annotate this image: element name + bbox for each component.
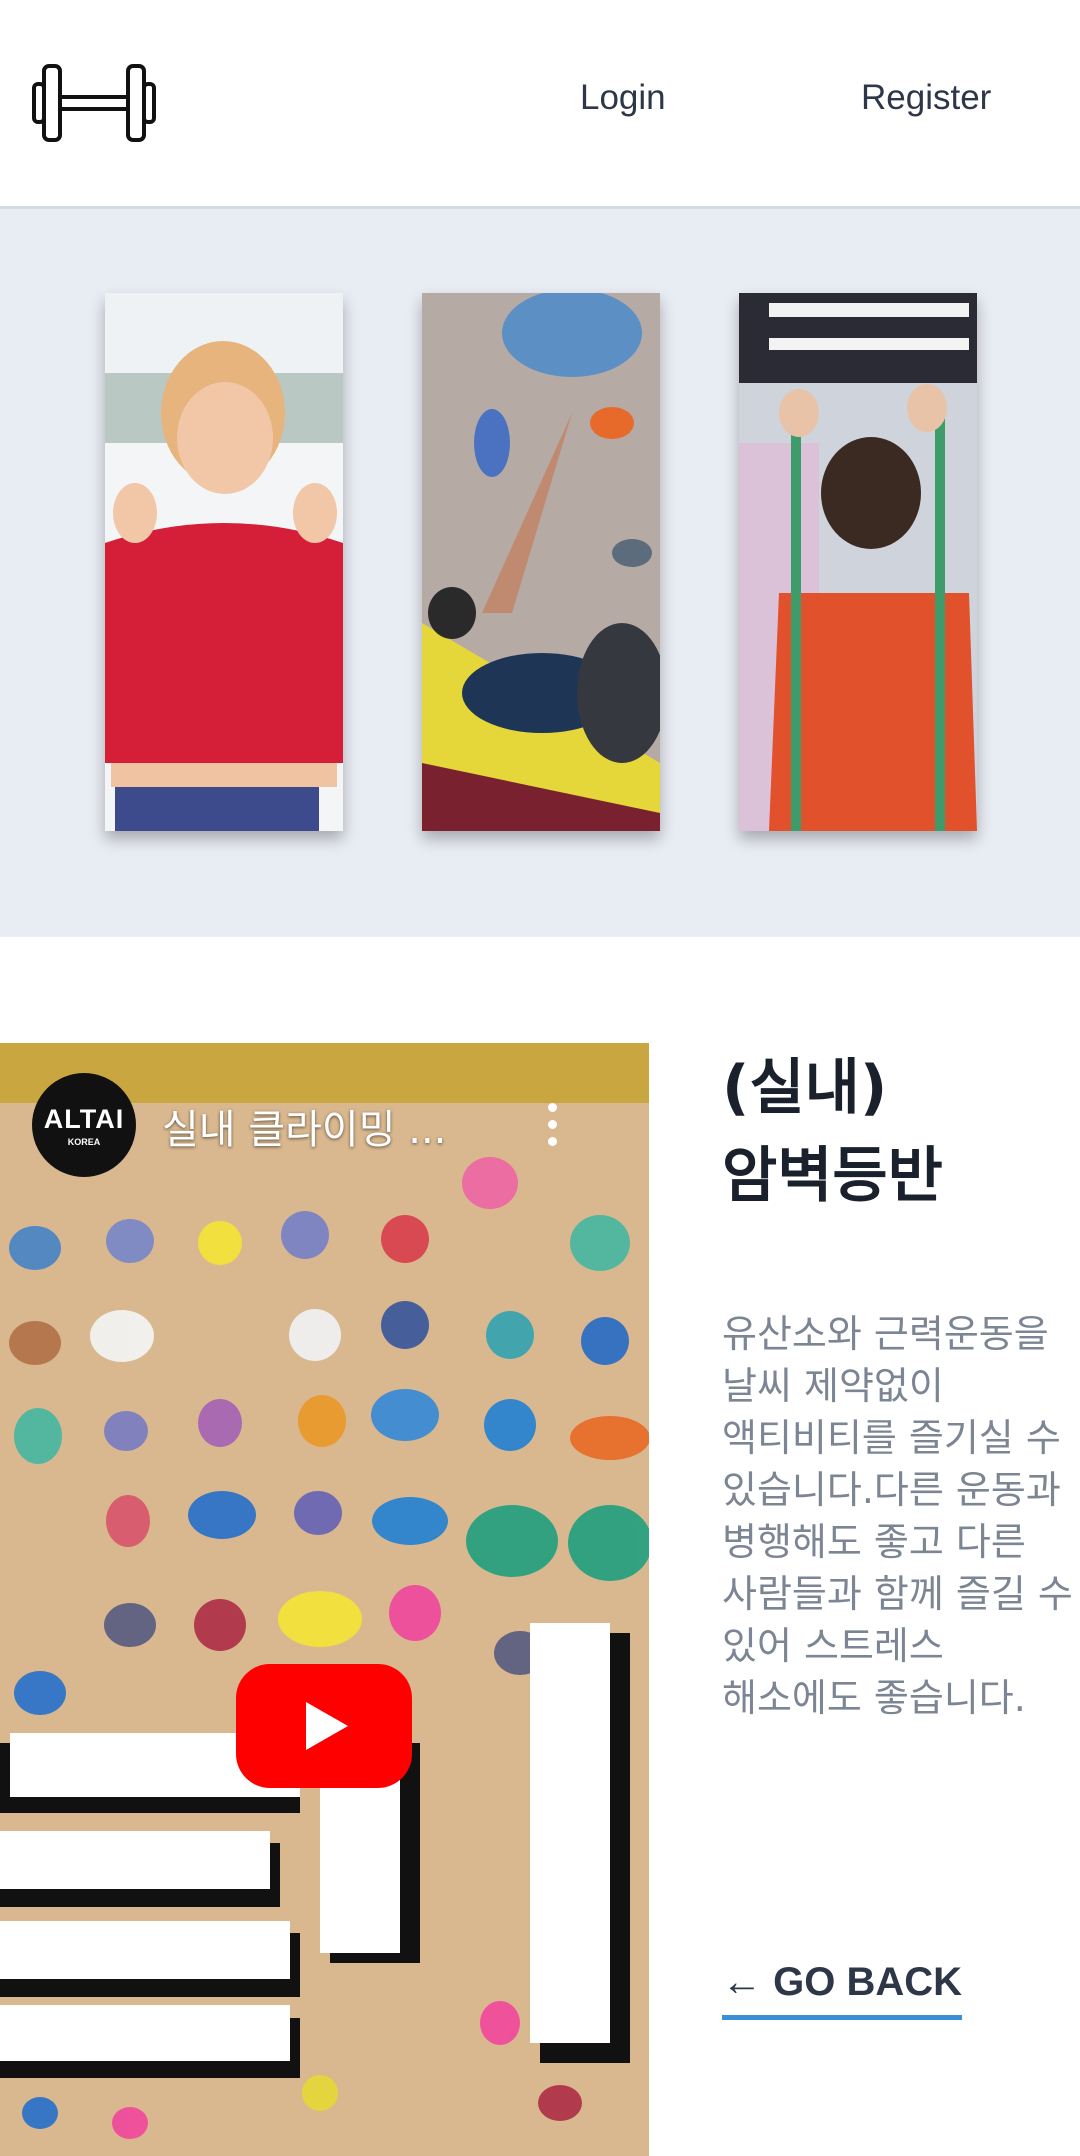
child-flexing-photo[interactable]	[105, 293, 343, 831]
activity-title: (실내) 암벽등반	[722, 1044, 1052, 1220]
woman-bouldering-photo[interactable]	[422, 293, 660, 831]
title-line-1: (실내)	[722, 1053, 888, 1123]
video-thumbnail	[0, 1043, 649, 2156]
dumbbell-icon[interactable]	[32, 62, 156, 144]
go-back-link[interactable]: ← GO BACK	[722, 1960, 962, 2020]
title-line-2: 암벽등반	[722, 1141, 943, 1211]
channel-name: ALTAI	[43, 1103, 125, 1134]
more-vertical-icon[interactable]	[542, 1103, 562, 1153]
login-link[interactable]: Login	[580, 78, 666, 118]
register-link[interactable]: Register	[861, 78, 991, 118]
channel-sub: KOREA	[67, 1136, 101, 1147]
video-title[interactable]: 실내 클라이밍 ...	[162, 1097, 492, 1155]
channel-avatar[interactable]: ALTAI KOREA	[32, 1073, 136, 1177]
youtube-play-icon[interactable]	[236, 1664, 412, 1788]
activity-description: 유산소와 근력운동을 날씨 제약없이 액티비티를 즐기실 수 있습니다.다른 운…	[722, 1312, 1073, 1720]
photo-gallery	[0, 209, 1080, 937]
site-header: Login Register	[0, 0, 1080, 209]
youtube-video-embed[interactable]: ALTAI KOREA 실내 클라이밍 ...	[0, 1043, 649, 2156]
woman-resistance-band-photo[interactable]	[739, 293, 977, 831]
